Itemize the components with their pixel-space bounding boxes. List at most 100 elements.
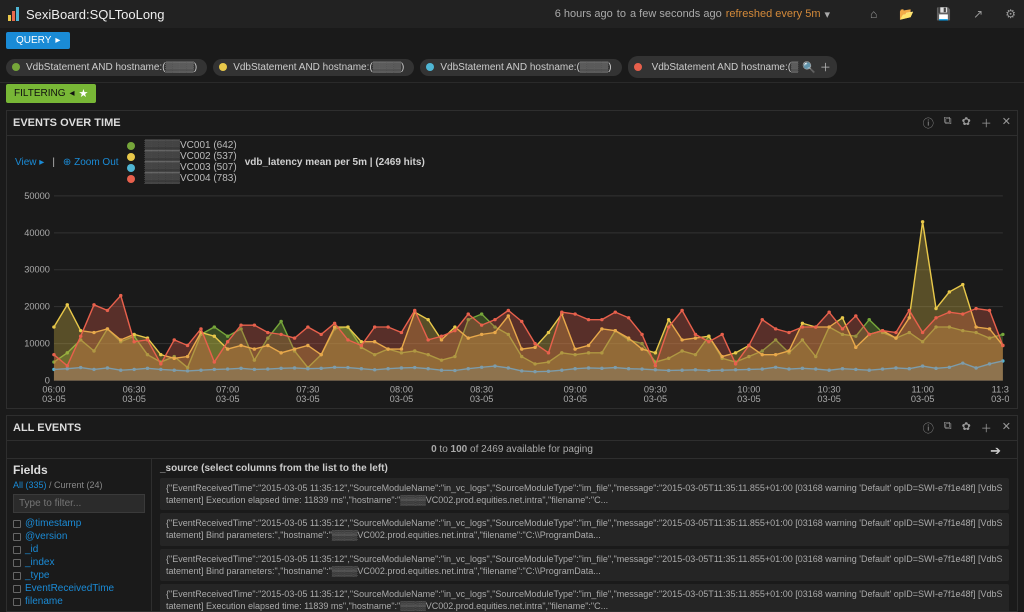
- source-row[interactable]: {"EventReceivedTime":"2015-03-05 11:35:1…: [160, 584, 1009, 611]
- legend-item[interactable]: ▒▒▒▒▒VC004 (783): [127, 173, 237, 184]
- info-icon[interactable]: ⓘ: [923, 420, 934, 436]
- chevron-right-icon: ▸: [55, 35, 60, 46]
- svg-text:03-05: 03-05: [737, 394, 761, 404]
- info-icon[interactable]: ⓘ: [923, 115, 934, 131]
- all-events-panel: ALL EVENTS ⓘ ⧉ ✿ ＋ ✕ 0 to 100 of 2469 av…: [6, 415, 1018, 612]
- add-icon[interactable]: ＋: [820, 59, 831, 75]
- query-pill[interactable]: VdbStatement AND hostname:(▒▒▒▒): [213, 59, 414, 76]
- chevron-down-icon: ▾: [824, 8, 830, 21]
- gear-icon[interactable]: ⚙: [1005, 7, 1016, 21]
- svg-text:20000: 20000: [24, 302, 50, 312]
- close-icon[interactable]: ✕: [1002, 115, 1011, 131]
- svg-text:11:00: 11:00: [911, 384, 933, 394]
- checkbox-icon[interactable]: [13, 598, 21, 606]
- svg-text:10000: 10000: [24, 339, 50, 349]
- query-pill[interactable]: VdbStatement AND hostname:(▒▒▒▒): [420, 59, 621, 76]
- checkbox-icon[interactable]: [13, 533, 21, 541]
- panel-head-all-events: ALL EVENTS ⓘ ⧉ ✿ ＋ ✕: [7, 416, 1017, 441]
- field-item[interactable]: _type: [13, 569, 145, 582]
- events-over-time-panel: EVENTS OVER TIME ⓘ ⧉ ✿ ＋ ✕ View ▸ | ⊕ Zo…: [6, 110, 1018, 409]
- svg-text:03-05: 03-05: [817, 394, 841, 404]
- fields-all[interactable]: All (335): [13, 480, 47, 490]
- gear-icon[interactable]: ✿: [962, 115, 971, 131]
- copy-icon[interactable]: ⧉: [944, 115, 952, 131]
- legend-item[interactable]: ▒▒▒▒▒VC001 (642): [127, 140, 237, 151]
- color-dot-icon: [426, 63, 434, 71]
- time-to-prefix: to: [617, 8, 626, 20]
- chart-subheader: View ▸ | ⊕ Zoom Out ▒▒▒▒▒VC001 (642) ▒▒▒…: [7, 136, 1017, 188]
- field-name: @version: [25, 531, 67, 542]
- share-icon[interactable]: ↗: [973, 7, 983, 21]
- zoom-out-link[interactable]: ⊕ Zoom Out: [63, 157, 119, 168]
- field-item[interactable]: _index: [13, 556, 145, 569]
- svg-text:10:00: 10:00: [737, 384, 760, 394]
- field-item[interactable]: EventReceivedTime: [13, 582, 145, 595]
- gear-icon[interactable]: ✿: [962, 420, 971, 436]
- checkbox-icon[interactable]: [13, 520, 21, 528]
- next-page-icon[interactable]: ➔: [990, 443, 1001, 459]
- source-row[interactable]: {"EventReceivedTime":"2015-03-05 11:35:1…: [160, 513, 1009, 545]
- brand-icon: [8, 7, 22, 21]
- checkbox-icon[interactable]: [13, 559, 21, 567]
- checkbox-icon[interactable]: [13, 572, 21, 580]
- filtering-label: FILTERING: [14, 88, 65, 99]
- field-name: _index: [25, 557, 54, 568]
- checkbox-icon[interactable]: [13, 585, 21, 593]
- legend-item[interactable]: ▒▒▒▒▒VC002 (537): [127, 151, 237, 162]
- view-link[interactable]: View ▸: [15, 157, 44, 168]
- field-name: _type: [25, 570, 49, 581]
- field-name: EventReceivedTime: [25, 583, 114, 594]
- close-icon[interactable]: ✕: [1002, 420, 1011, 436]
- color-dot-icon: [127, 142, 135, 150]
- plus-icon[interactable]: ＋: [981, 420, 992, 436]
- fields-current[interactable]: Current (24): [54, 480, 103, 490]
- svg-text:09:30: 09:30: [644, 384, 667, 394]
- fields-filter-input[interactable]: [13, 494, 145, 513]
- search-icon[interactable]: 🔍: [802, 61, 816, 74]
- svg-text:08:30: 08:30: [470, 384, 493, 394]
- svg-text:03-05: 03-05: [122, 394, 146, 404]
- svg-text:50000: 50000: [24, 192, 50, 201]
- time-range[interactable]: 6 hours ago to a few seconds ago refresh…: [555, 8, 830, 21]
- source-row[interactable]: {"EventReceivedTime":"2015-03-05 11:35:1…: [160, 549, 1009, 581]
- query-pill[interactable]: VdbStatement AND hostname:(▒🔍 ＋: [628, 56, 837, 78]
- home-icon[interactable]: ⌂: [870, 7, 877, 21]
- query-pill[interactable]: VdbStatement AND hostname:(▒▒▒▒): [6, 59, 207, 76]
- fields-selector[interactable]: All (335) / Current (24): [13, 480, 145, 490]
- field-item[interactable]: filename: [13, 595, 145, 608]
- color-dot-icon: [127, 153, 135, 161]
- svg-text:03-05: 03-05: [296, 394, 320, 404]
- svg-text:03-05: 03-05: [390, 394, 414, 404]
- legend-item[interactable]: ▒▒▒▒▒VC003 (507): [127, 162, 237, 173]
- svg-text:03-05: 03-05: [42, 394, 66, 404]
- pill-label: VdbStatement AND hostname:(▒▒▒▒): [26, 62, 197, 73]
- field-name: filename: [25, 596, 63, 607]
- chart: 0100002000030000400005000006:0003-0506:3…: [7, 188, 1017, 408]
- checkbox-icon[interactable]: [13, 546, 21, 554]
- svg-text:03-05: 03-05: [991, 394, 1009, 404]
- field-item[interactable]: _id: [13, 543, 145, 556]
- source-list: _source (select columns from the list to…: [152, 459, 1017, 611]
- time-from: 6 hours ago: [555, 8, 613, 20]
- legend-label: ▒▒▒▒▒VC004 (783): [145, 173, 237, 184]
- save-icon[interactable]: 💾: [936, 7, 951, 21]
- time-to: a few seconds ago: [630, 8, 722, 20]
- svg-text:06:00: 06:00: [42, 384, 65, 394]
- copy-icon[interactable]: ⧉: [944, 420, 952, 436]
- query-button[interactable]: QUERY ▸: [6, 32, 70, 49]
- svg-text:06:30: 06:30: [123, 384, 146, 394]
- source-head: _source (select columns from the list to…: [160, 463, 1009, 474]
- folder-open-icon[interactable]: 📂: [899, 7, 914, 21]
- field-item[interactable]: @version: [13, 530, 145, 543]
- svg-text:30000: 30000: [24, 265, 50, 275]
- fields-sidebar: Fields All (335) / Current (24) @timesta…: [7, 459, 152, 611]
- filtering-button[interactable]: FILTERING ◂ ★: [6, 84, 96, 103]
- nav-icons: ⌂ 📂 💾 ↗ ⚙: [870, 7, 1016, 21]
- chart-summary: vdb_latency mean per 5m | (2469 hits): [245, 157, 425, 168]
- plus-icon[interactable]: ＋: [981, 115, 992, 131]
- pill-label: VdbStatement AND hostname:(▒: [652, 62, 799, 73]
- filter-row: FILTERING ◂ ★: [0, 82, 1024, 104]
- source-row[interactable]: {"EventReceivedTime":"2015-03-05 11:35:1…: [160, 478, 1009, 510]
- color-dot-icon: [127, 164, 135, 172]
- field-item[interactable]: @timestamp: [13, 517, 145, 530]
